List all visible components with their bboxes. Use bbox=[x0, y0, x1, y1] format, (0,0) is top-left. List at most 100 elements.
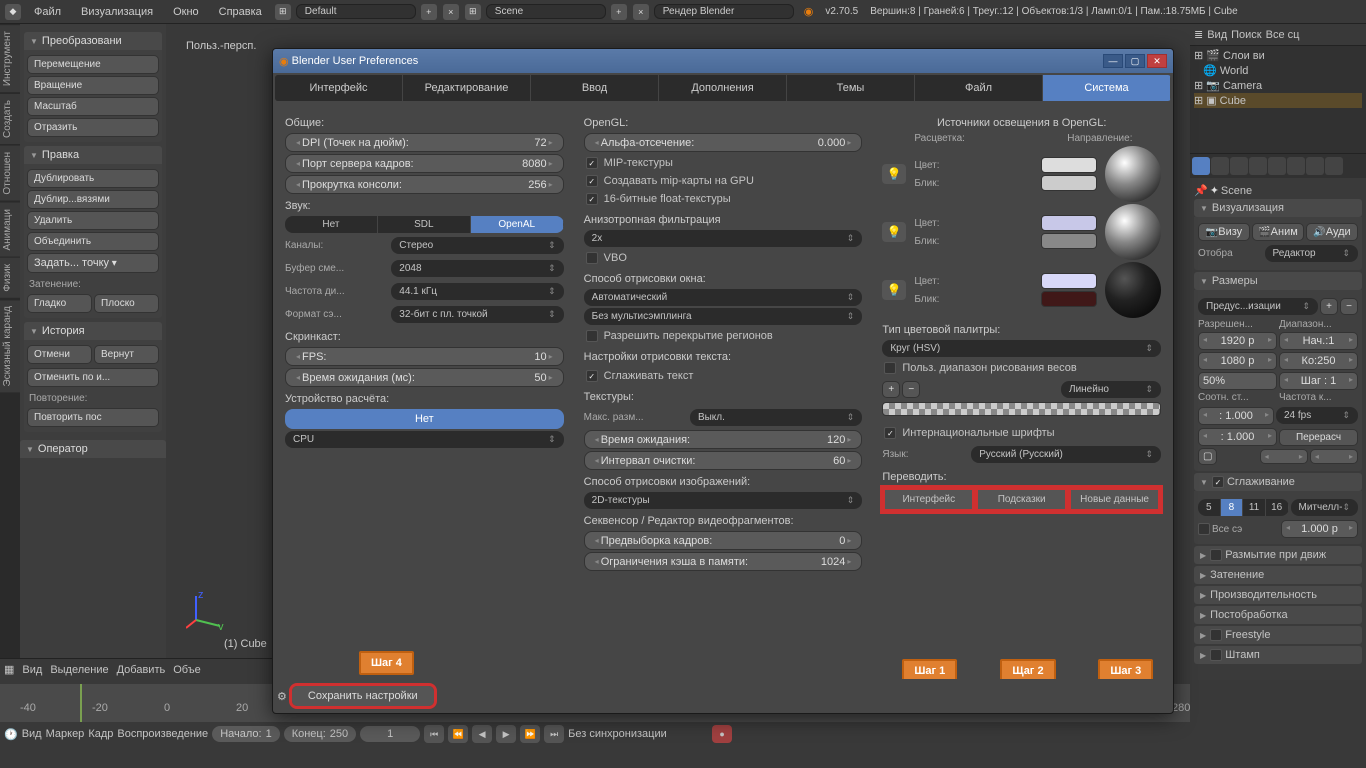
aa-checkbox[interactable] bbox=[1212, 476, 1224, 488]
window-maximize-icon[interactable]: ▢ bbox=[1125, 54, 1145, 68]
tab-animation[interactable]: Анимаци bbox=[0, 203, 20, 257]
undo-history-button[interactable]: Отменить по и... bbox=[27, 368, 159, 387]
light1-color[interactable] bbox=[1041, 157, 1097, 173]
tl-menu-marker[interactable]: Маркер bbox=[46, 728, 85, 740]
frame-end[interactable]: ◂Ко:250▸ bbox=[1279, 352, 1358, 370]
duplicate-linked-button[interactable]: Дублир...вязями bbox=[27, 190, 159, 209]
mixbuf-dropdown[interactable]: 2048 bbox=[391, 260, 563, 277]
tab-relations[interactable]: Отношен bbox=[0, 146, 20, 201]
scene-del-icon[interactable]: × bbox=[633, 4, 649, 20]
panel-transform[interactable]: Преобразовани bbox=[24, 32, 162, 50]
aspect-x[interactable]: ◂: 1.000▸ bbox=[1198, 407, 1274, 425]
light3-spec[interactable] bbox=[1041, 291, 1097, 307]
repeat-last-button[interactable]: Повторить пос bbox=[27, 408, 159, 427]
scale-button[interactable]: Масштаб bbox=[27, 97, 159, 116]
tl-menu-view[interactable]: Вид bbox=[22, 728, 42, 740]
gpu-mipmaps-checkbox[interactable] bbox=[586, 175, 598, 187]
prefs-titlebar[interactable]: ◉ Blender User Preferences — ▢ ✕ bbox=[273, 49, 1173, 73]
screencast-wait[interactable]: ◂Время ожидания (мс):50▸ bbox=[285, 368, 564, 387]
light3-direction[interactable] bbox=[1105, 262, 1161, 318]
outliner-menu-search[interactable]: Поиск bbox=[1231, 29, 1261, 41]
panel-shading[interactable]: Затенение bbox=[1194, 566, 1362, 584]
tab-object-icon[interactable] bbox=[1268, 157, 1286, 175]
renderer-dropdown[interactable]: Рендер Blender bbox=[654, 4, 794, 19]
panel-aa[interactable]: Сглаживание bbox=[1194, 473, 1362, 491]
frame-step[interactable]: ◂Шаг : 1▸ bbox=[1279, 372, 1358, 390]
layout-del-icon[interactable]: × bbox=[443, 4, 459, 20]
keyframe-prev-icon[interactable]: ⏪ bbox=[448, 725, 468, 743]
format-dropdown[interactable]: 32-бит с пл. точкой bbox=[391, 306, 563, 323]
tab-scene-icon[interactable] bbox=[1230, 157, 1248, 175]
save-settings-button[interactable]: Сохранить настройки bbox=[291, 685, 435, 707]
translate-newdata-button[interactable]: Новые данные bbox=[1070, 489, 1159, 510]
aspect-y[interactable]: ◂: 1.000▸ bbox=[1198, 428, 1277, 446]
light2-color[interactable] bbox=[1041, 215, 1097, 231]
ptab-addons[interactable]: Дополнения bbox=[659, 75, 787, 101]
frame-end-field[interactable]: Конец:250 bbox=[284, 726, 356, 742]
sound-openal[interactable]: OpenAL bbox=[471, 216, 564, 233]
panel-render[interactable]: Визуализация bbox=[1194, 199, 1362, 217]
preset-dropdown[interactable]: Предус...изации bbox=[1198, 298, 1318, 315]
display-dropdown[interactable]: Редактор bbox=[1265, 245, 1358, 262]
texlimit-dropdown[interactable]: Выкл. bbox=[690, 409, 862, 426]
frameserver-port[interactable]: ◂Порт сервера кадров:8080▸ bbox=[285, 154, 564, 173]
time-remap[interactable]: Перерасч bbox=[1279, 429, 1358, 446]
ptab-file[interactable]: Файл bbox=[915, 75, 1043, 101]
fullsample-checkbox[interactable] bbox=[1198, 523, 1210, 535]
alpha-clip[interactable]: ◂Альфа-отсечение:0.000▸ bbox=[584, 133, 863, 152]
vbo-checkbox[interactable] bbox=[586, 252, 598, 264]
render-button[interactable]: 📷Визу bbox=[1198, 223, 1250, 241]
prefs-editor-icon[interactable]: ⚙ bbox=[277, 690, 287, 703]
frame-start-field[interactable]: Начало:1 bbox=[212, 726, 280, 742]
translate-tooltips-button[interactable]: Подсказки bbox=[977, 489, 1066, 510]
light2-direction[interactable] bbox=[1105, 204, 1161, 260]
ramp-interp-dropdown[interactable]: Линейно bbox=[1061, 381, 1161, 398]
menu-window[interactable]: Окно bbox=[165, 4, 207, 20]
delete-button[interactable]: Удалить bbox=[27, 211, 159, 230]
multisample-dropdown[interactable]: Без мультисэмплинга bbox=[584, 308, 863, 325]
shade-flat-button[interactable]: Плоско bbox=[94, 294, 159, 313]
res-pct[interactable]: 50% bbox=[1198, 372, 1277, 390]
tab-constraints-icon[interactable] bbox=[1287, 157, 1305, 175]
preset-del-icon[interactable]: − bbox=[1340, 298, 1358, 315]
light3-toggle[interactable]: 💡 bbox=[882, 280, 906, 300]
light1-spec[interactable] bbox=[1041, 175, 1097, 191]
tab-layers-icon[interactable] bbox=[1211, 157, 1229, 175]
tl-menu-frame[interactable]: Кадр bbox=[88, 728, 113, 740]
translate-interface-button[interactable]: Интерфейс bbox=[884, 489, 973, 510]
ptab-system[interactable]: Система bbox=[1043, 75, 1171, 101]
layout-browse-icon[interactable]: ⊞ bbox=[275, 4, 291, 20]
tab-tool[interactable]: Инструмент bbox=[0, 25, 20, 92]
timeline-type-icon[interactable]: 🕐 bbox=[4, 728, 18, 741]
samples-11[interactable]: 11 bbox=[1243, 499, 1266, 516]
tab-render-icon[interactable] bbox=[1192, 157, 1210, 175]
sound-sdl[interactable]: SDL bbox=[378, 216, 471, 233]
panel-post[interactable]: Постобработка bbox=[1194, 606, 1362, 624]
panel-dimensions[interactable]: Размеры bbox=[1194, 272, 1362, 290]
colorpicker-dropdown[interactable]: Круг (HSV) bbox=[882, 340, 1161, 357]
pin-icon[interactable]: 📌 bbox=[1194, 184, 1208, 197]
fps-dropdown[interactable]: 24 fps bbox=[1276, 407, 1358, 424]
set-origin-button[interactable]: Задать... точку ▾ bbox=[27, 253, 159, 273]
blender-icon[interactable]: ◆ bbox=[5, 4, 21, 20]
mipmaps-checkbox[interactable] bbox=[586, 157, 598, 169]
samples-8[interactable]: 8 bbox=[1221, 499, 1244, 516]
autokey-icon[interactable]: ● bbox=[712, 725, 732, 743]
panel-edit[interactable]: Правка bbox=[24, 146, 162, 164]
outliner-menu-view[interactable]: Вид bbox=[1207, 29, 1227, 41]
menu-render[interactable]: Визуализация bbox=[73, 4, 161, 20]
light2-toggle[interactable]: 💡 bbox=[882, 222, 906, 242]
tl-menu-playback[interactable]: Воспроизведение bbox=[117, 728, 208, 740]
scene-add-icon[interactable]: + bbox=[611, 4, 627, 20]
filter-dropdown[interactable]: Митчелл- bbox=[1291, 499, 1358, 516]
tab-data-icon[interactable] bbox=[1325, 157, 1343, 175]
tab-grease[interactable]: Эскизный каранд bbox=[0, 300, 20, 392]
compute-cpu[interactable]: CPU bbox=[285, 431, 564, 448]
keyframe-next-icon[interactable]: ⏩ bbox=[520, 725, 540, 743]
operator-header[interactable]: Оператор bbox=[20, 440, 166, 458]
custom-wp-checkbox[interactable] bbox=[884, 362, 896, 374]
outliner-type-icon[interactable]: ≣ bbox=[1194, 28, 1203, 41]
menu-file[interactable]: Файл bbox=[26, 4, 69, 20]
rotate-button[interactable]: Вращение bbox=[27, 76, 159, 95]
compute-none[interactable]: Нет bbox=[285, 409, 564, 429]
